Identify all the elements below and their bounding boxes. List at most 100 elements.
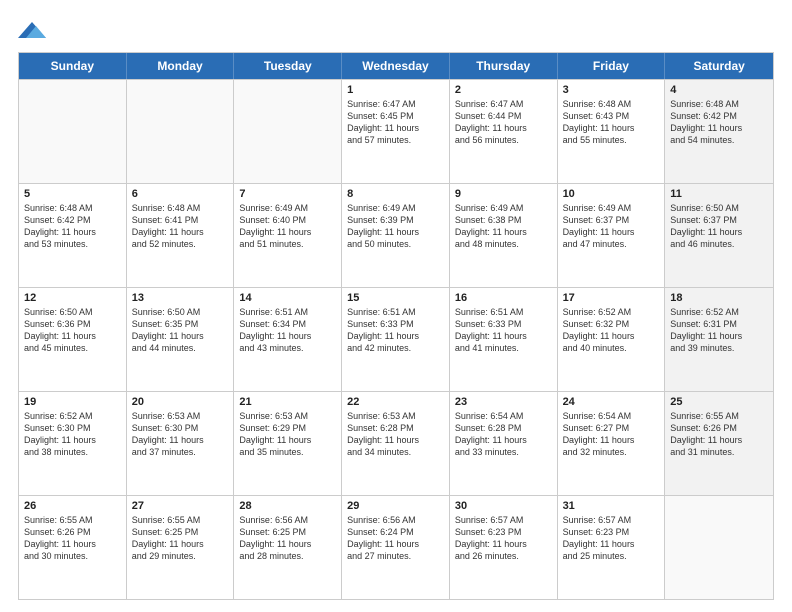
day-info: Sunrise: 6:54 AM Sunset: 6:27 PM Dayligh… [563, 410, 660, 459]
day-cell: 23Sunrise: 6:54 AM Sunset: 6:28 PM Dayli… [450, 392, 558, 495]
day-info: Sunrise: 6:56 AM Sunset: 6:25 PM Dayligh… [239, 514, 336, 563]
day-number: 3 [563, 84, 660, 96]
day-cell: 14 Sunrise: 6:51 AM Sunset: 6:34 PM Dayli… [234, 288, 342, 391]
day-info: Sunrise: 6:57 AM Sunset: 6:23 PM Dayligh… [455, 514, 552, 563]
day-number: 23 [455, 396, 552, 408]
header-cell-thursday: Thursday [450, 53, 558, 79]
day-number: 8 [347, 188, 444, 200]
empty-cell [234, 80, 342, 183]
day-info: Sunrise: 6:50 AM Sunset: 6:36 PM Dayligh… [24, 306, 121, 355]
day-number: 10 [563, 188, 660, 200]
calendar-row: 1 Sunrise: 6:47 AM Sunset: 6:45 PM Daylig… [19, 79, 773, 183]
day-info: Sunrise: 6:48 AM Sunset: 6:43 PM Dayligh… [563, 98, 660, 147]
day-cell: 25 Sunrise: 6:55 AM Sunset: 6:26 PM Dayli… [665, 392, 773, 495]
day-cell: 17 Sunrise: 6:52 AM Sunset: 6:32 PM Dayli… [558, 288, 666, 391]
day-cell: 11 Sunrise: 6:50 AM Sunset: 6:37 PM Dayli… [665, 184, 773, 287]
day-cell: 1 Sunrise: 6:47 AM Sunset: 6:45 PM Daylig… [342, 80, 450, 183]
empty-cell [19, 80, 127, 183]
day-info: Sunrise: 6:47 AM Sunset: 6:45 PM Dayligh… [347, 98, 444, 147]
day-info: Sunrise: 6:55 AM Sunset: 6:26 PM Dayligh… [24, 514, 121, 563]
day-number: 12 [24, 292, 121, 304]
day-number: 29 [347, 500, 444, 512]
day-number: 22 [347, 396, 444, 408]
day-cell: 16Sunrise: 6:51 AM Sunset: 6:33 PM Dayli… [450, 288, 558, 391]
day-info: Sunrise: 6:51 AM Sunset: 6:33 PM Dayligh… [455, 306, 552, 355]
day-number: 1 [347, 84, 444, 96]
top-section [18, 18, 774, 42]
day-info: Sunrise: 6:51 AM Sunset: 6:34 PM Dayligh… [239, 306, 336, 355]
day-info: Sunrise: 6:56 AM Sunset: 6:24 PM Dayligh… [347, 514, 444, 563]
page: SundayMondayTuesdayWednesdayThursdayFrid… [0, 0, 792, 612]
day-cell: 4 Sunrise: 6:48 AM Sunset: 6:42 PM Daylig… [665, 80, 773, 183]
day-number: 11 [670, 188, 768, 200]
day-cell: 5 Sunrise: 6:48 AM Sunset: 6:42 PM Daylig… [19, 184, 127, 287]
day-info: Sunrise: 6:52 AM Sunset: 6:30 PM Dayligh… [24, 410, 121, 459]
day-number: 14 [239, 292, 336, 304]
day-info: Sunrise: 6:48 AM Sunset: 6:42 PM Dayligh… [670, 98, 768, 147]
day-info: Sunrise: 6:50 AM Sunset: 6:35 PM Dayligh… [132, 306, 229, 355]
calendar-row: 5 Sunrise: 6:48 AM Sunset: 6:42 PM Daylig… [19, 183, 773, 287]
day-number: 28 [239, 500, 336, 512]
day-number: 2 [455, 84, 552, 96]
day-cell: 27Sunrise: 6:55 AM Sunset: 6:25 PM Dayli… [127, 496, 235, 599]
day-cell: 24 Sunrise: 6:54 AM Sunset: 6:27 PM Dayli… [558, 392, 666, 495]
day-number: 13 [132, 292, 229, 304]
day-cell: 21Sunrise: 6:53 AM Sunset: 6:29 PM Dayli… [234, 392, 342, 495]
day-cell: 12 Sunrise: 6:50 AM Sunset: 6:36 PM Dayli… [19, 288, 127, 391]
day-cell: 13 Sunrise: 6:50 AM Sunset: 6:35 PM Dayli… [127, 288, 235, 391]
calendar-row: 12 Sunrise: 6:50 AM Sunset: 6:36 PM Dayli… [19, 287, 773, 391]
day-info: Sunrise: 6:53 AM Sunset: 6:28 PM Dayligh… [347, 410, 444, 459]
day-cell: 15 Sunrise: 6:51 AM Sunset: 6:33 PM Dayli… [342, 288, 450, 391]
day-cell: 10 Sunrise: 6:49 AM Sunset: 6:37 PM Dayli… [558, 184, 666, 287]
day-info: Sunrise: 6:49 AM Sunset: 6:39 PM Dayligh… [347, 202, 444, 251]
day-number: 24 [563, 396, 660, 408]
day-number: 7 [239, 188, 336, 200]
day-cell: 20 Sunrise: 6:53 AM Sunset: 6:30 PM Dayli… [127, 392, 235, 495]
day-cell: 22 Sunrise: 6:53 AM Sunset: 6:28 PM Dayli… [342, 392, 450, 495]
day-number: 20 [132, 396, 229, 408]
day-number: 26 [24, 500, 121, 512]
day-number: 30 [455, 500, 552, 512]
day-info: Sunrise: 6:52 AM Sunset: 6:31 PM Dayligh… [670, 306, 768, 355]
day-info: Sunrise: 6:49 AM Sunset: 6:37 PM Dayligh… [563, 202, 660, 251]
day-cell: 19 Sunrise: 6:52 AM Sunset: 6:30 PM Dayli… [19, 392, 127, 495]
logo-icon [18, 18, 46, 42]
logo [18, 18, 50, 42]
day-info: Sunrise: 6:51 AM Sunset: 6:33 PM Dayligh… [347, 306, 444, 355]
day-info: Sunrise: 6:57 AM Sunset: 6:23 PM Dayligh… [563, 514, 660, 563]
day-number: 9 [455, 188, 552, 200]
day-info: Sunrise: 6:49 AM Sunset: 6:40 PM Dayligh… [239, 202, 336, 251]
day-number: 5 [24, 188, 121, 200]
day-info: Sunrise: 6:55 AM Sunset: 6:26 PM Dayligh… [670, 410, 768, 459]
day-cell: 2 Sunrise: 6:47 AM Sunset: 6:44 PM Daylig… [450, 80, 558, 183]
day-info: Sunrise: 6:49 AM Sunset: 6:38 PM Dayligh… [455, 202, 552, 251]
header-cell-sunday: Sunday [19, 53, 127, 79]
day-cell: 8 Sunrise: 6:49 AM Sunset: 6:39 PM Daylig… [342, 184, 450, 287]
header-cell-saturday: Saturday [665, 53, 773, 79]
day-cell: 29 Sunrise: 6:56 AM Sunset: 6:24 PM Dayli… [342, 496, 450, 599]
day-number: 17 [563, 292, 660, 304]
day-info: Sunrise: 6:50 AM Sunset: 6:37 PM Dayligh… [670, 202, 768, 251]
day-number: 27 [132, 500, 229, 512]
day-info: Sunrise: 6:48 AM Sunset: 6:42 PM Dayligh… [24, 202, 121, 251]
empty-cell [127, 80, 235, 183]
day-cell: 18Sunrise: 6:52 AM Sunset: 6:31 PM Dayli… [665, 288, 773, 391]
calendar: SundayMondayTuesdayWednesdayThursdayFrid… [18, 52, 774, 600]
day-number: 31 [563, 500, 660, 512]
day-number: 4 [670, 84, 768, 96]
day-number: 6 [132, 188, 229, 200]
calendar-body: 1 Sunrise: 6:47 AM Sunset: 6:45 PM Daylig… [19, 79, 773, 599]
day-cell: 6 Sunrise: 6:48 AM Sunset: 6:41 PM Daylig… [127, 184, 235, 287]
header-cell-tuesday: Tuesday [234, 53, 342, 79]
day-number: 25 [670, 396, 768, 408]
day-info: Sunrise: 6:53 AM Sunset: 6:29 PM Dayligh… [239, 410, 336, 459]
day-cell: 28 Sunrise: 6:56 AM Sunset: 6:25 PM Dayli… [234, 496, 342, 599]
day-info: Sunrise: 6:52 AM Sunset: 6:32 PM Dayligh… [563, 306, 660, 355]
day-number: 15 [347, 292, 444, 304]
day-info: Sunrise: 6:47 AM Sunset: 6:44 PM Dayligh… [455, 98, 552, 147]
day-number: 19 [24, 396, 121, 408]
calendar-row: 26 Sunrise: 6:55 AM Sunset: 6:26 PM Dayli… [19, 495, 773, 599]
day-info: Sunrise: 6:53 AM Sunset: 6:30 PM Dayligh… [132, 410, 229, 459]
day-cell: 3 Sunrise: 6:48 AM Sunset: 6:43 PM Daylig… [558, 80, 666, 183]
day-info: Sunrise: 6:48 AM Sunset: 6:41 PM Dayligh… [132, 202, 229, 251]
